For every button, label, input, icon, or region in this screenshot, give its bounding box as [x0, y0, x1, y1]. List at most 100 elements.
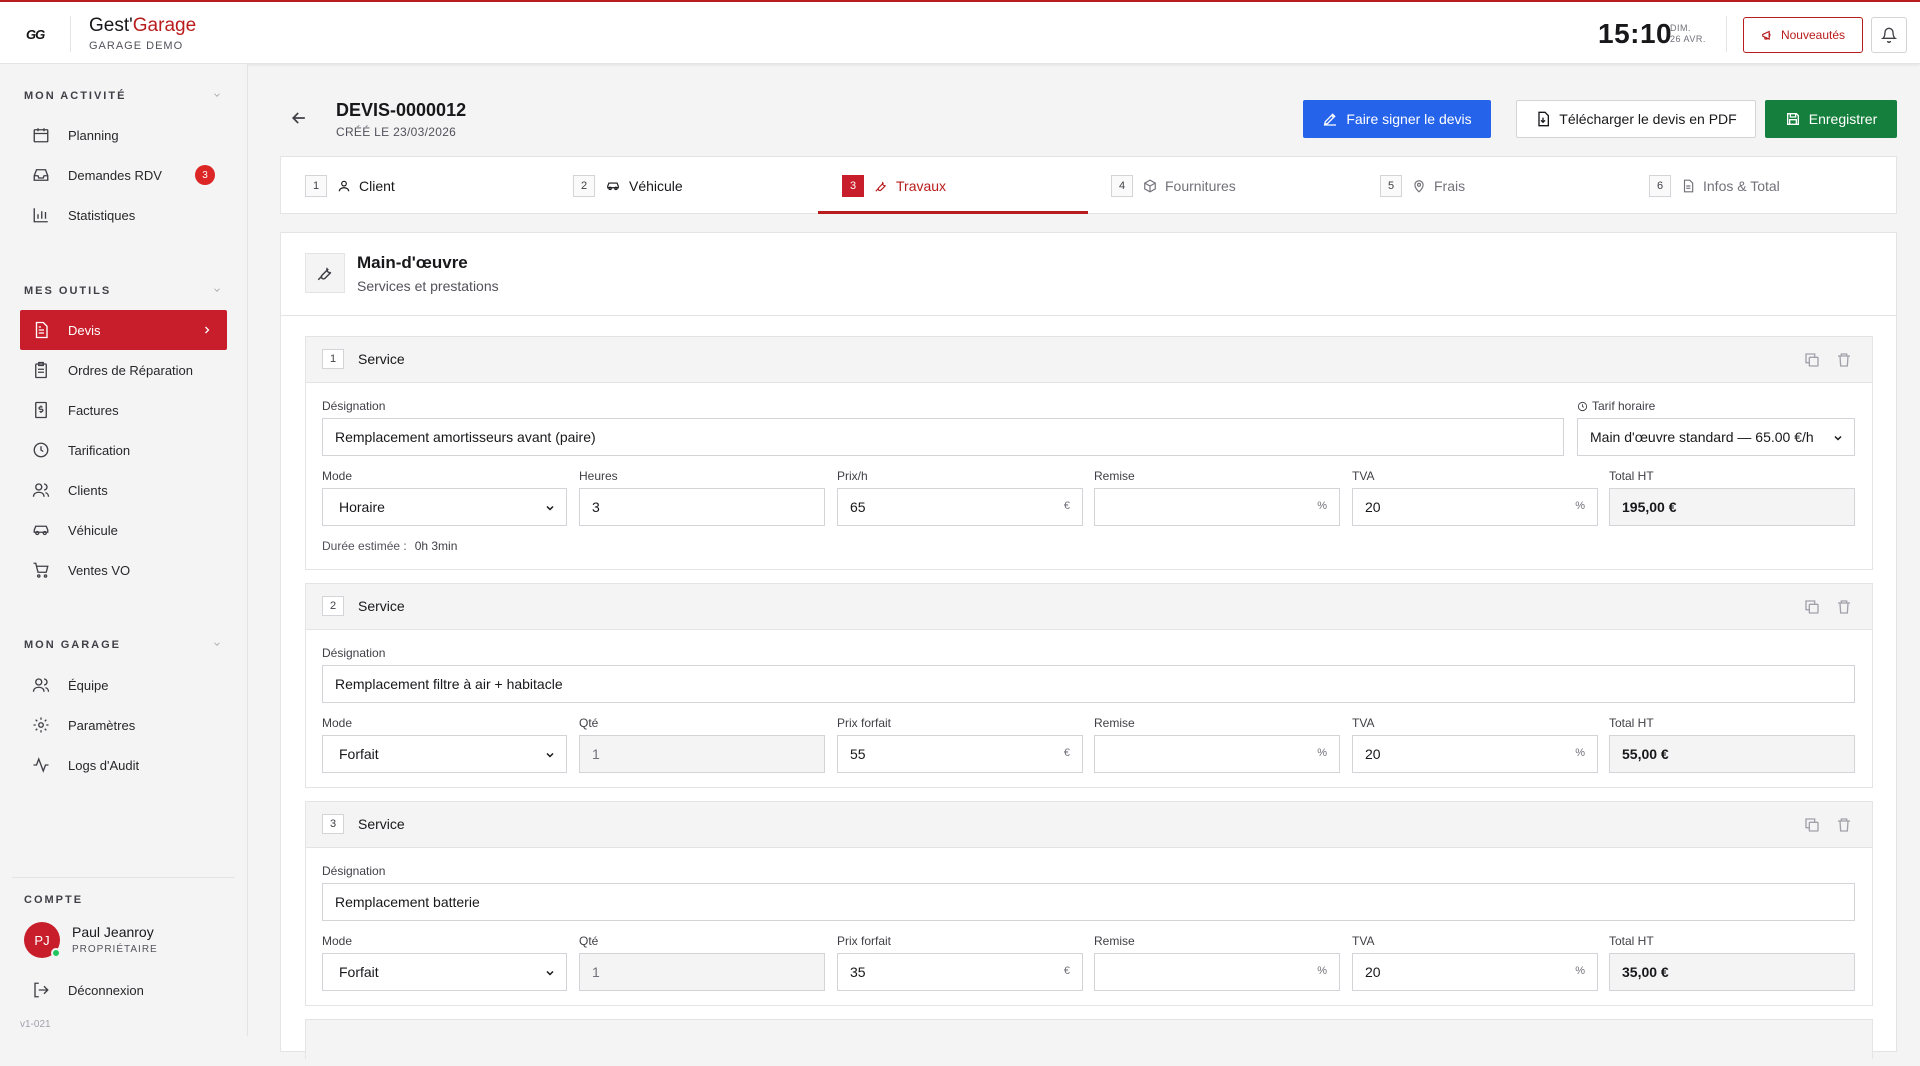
- price-input[interactable]: 55 €: [837, 735, 1083, 773]
- calendar-icon: [32, 126, 50, 144]
- percent-unit: %: [1317, 965, 1327, 977]
- chevron-down-icon: [212, 639, 222, 649]
- designation-input[interactable]: Remplacement filtre à air + habitacle: [322, 665, 1855, 703]
- logout-button[interactable]: Déconnexion: [20, 970, 227, 1010]
- sidebar-item-label: Demandes RDV: [68, 167, 162, 183]
- field-label: Qté: [579, 934, 599, 948]
- section-title: MON GARAGE: [24, 639, 121, 651]
- arrow-left-icon: [289, 108, 309, 128]
- tab-fournitures[interactable]: 4 Fournitures: [1111, 157, 1236, 214]
- total-ht-field: 195,00 €: [1609, 488, 1855, 526]
- brand-name: Gest'Garage: [89, 15, 196, 37]
- sidebar-item-label: Tarification: [68, 442, 131, 458]
- tab-vehicule[interactable]: 2 Véhicule: [573, 157, 683, 214]
- sidebar-item-label: Ventes VO: [68, 562, 131, 578]
- main-content: DEVIS-0000012 CRÉÉ LE 23/03/2026 Faire s…: [249, 64, 1920, 1066]
- sidebar-item-devis[interactable]: Devis: [20, 310, 227, 350]
- total-ht-value: 55,00 €: [1622, 746, 1669, 762]
- tab-label: Travaux: [896, 177, 947, 194]
- chevron-down-icon: [212, 90, 222, 100]
- vat-input[interactable]: 20%: [1352, 953, 1598, 991]
- vat-value: 20: [1365, 746, 1381, 762]
- mode-select[interactable]: Forfait: [322, 953, 567, 991]
- sidebar-item-parametres[interactable]: Paramètres: [20, 705, 227, 745]
- tab-frais[interactable]: 5 Frais: [1380, 157, 1465, 214]
- total-ht-value: 195,00 €: [1622, 499, 1677, 515]
- gear-icon: [32, 716, 50, 734]
- notifications-button[interactable]: [1871, 17, 1907, 53]
- designation-input[interactable]: Remplacement batterie: [322, 883, 1855, 921]
- box-icon: [1143, 178, 1157, 193]
- mode-select[interactable]: Forfait: [322, 735, 567, 773]
- sidebar-item-tarification[interactable]: Tarification: [20, 430, 227, 470]
- tab-client[interactable]: 1 Client: [305, 157, 395, 214]
- field-label: TVA: [1352, 716, 1375, 730]
- service-header: 3 Service: [306, 802, 1872, 848]
- sidebar-item-clients[interactable]: Clients: [20, 470, 227, 510]
- bar-chart-icon: [32, 206, 50, 224]
- tab-label: Client: [359, 177, 395, 194]
- trash-icon[interactable]: [1836, 817, 1852, 833]
- sidebar-item-logs-audit[interactable]: Logs d'Audit: [20, 745, 227, 785]
- clock-icon: [32, 441, 50, 459]
- section-title: COMPTE: [24, 894, 84, 906]
- sidebar-item-factures[interactable]: Factures: [20, 390, 227, 430]
- section-title: MES OUTILS: [24, 285, 112, 297]
- tab-infos-total[interactable]: 6 Infos & Total: [1649, 157, 1780, 214]
- hourly-rate-select[interactable]: Main d'œuvre standard — 65.00 €/h: [1577, 418, 1855, 456]
- designation-input[interactable]: Remplacement amortisseurs avant (paire): [322, 418, 1564, 456]
- field-label: Mode: [322, 469, 353, 483]
- mode-value: Horaire: [339, 499, 385, 515]
- field-label: Total HT: [1609, 716, 1654, 730]
- discount-input[interactable]: %: [1094, 488, 1340, 526]
- section-header-outils[interactable]: MES OUTILS: [24, 285, 222, 297]
- discount-input[interactable]: %: [1094, 953, 1340, 991]
- service-item: 3 Service Désignation Remplacement batte…: [305, 801, 1873, 1006]
- sidebar-item-label: Devis: [68, 322, 101, 338]
- save-button[interactable]: Enregistrer: [1765, 100, 1897, 138]
- vat-input[interactable]: 20%: [1352, 735, 1598, 773]
- sidebar-item-vehicule[interactable]: Véhicule: [20, 510, 227, 550]
- clipboard-icon: [32, 361, 50, 379]
- section-header-activite[interactable]: MON ACTIVITÉ: [24, 90, 222, 102]
- download-pdf-button[interactable]: Télécharger le devis en PDF: [1516, 100, 1756, 138]
- sidebar-item-label: Véhicule: [68, 522, 118, 538]
- trash-icon[interactable]: [1836, 599, 1852, 615]
- discount-input[interactable]: %: [1094, 735, 1340, 773]
- sign-quote-button[interactable]: Faire signer le devis: [1303, 100, 1491, 138]
- tab-travaux[interactable]: 3 Travaux: [842, 157, 946, 214]
- service-title: Service: [358, 598, 405, 614]
- duration-value: 0h 3min: [414, 539, 458, 553]
- copy-icon[interactable]: [1804, 817, 1820, 833]
- trash-icon[interactable]: [1836, 352, 1852, 368]
- copy-icon[interactable]: [1804, 599, 1820, 615]
- logout-label: Déconnexion: [68, 982, 144, 998]
- hours-input[interactable]: 3: [579, 488, 825, 526]
- car-icon: [605, 179, 621, 193]
- sidebar-item-statistiques[interactable]: Statistiques: [20, 195, 227, 235]
- designation-value: Remplacement amortisseurs avant (paire): [335, 429, 596, 445]
- price-input[interactable]: 65 €: [837, 488, 1083, 526]
- sidebar-item-planning[interactable]: Planning: [20, 115, 227, 155]
- user-role: PROPRIÉTAIRE: [72, 944, 158, 955]
- step-number: 2: [573, 174, 595, 197]
- sidebar-item-demandes-rdv[interactable]: Demandes RDV 3: [20, 155, 227, 195]
- megaphone-icon: [1761, 28, 1775, 42]
- field-label: Remise: [1094, 934, 1135, 948]
- chevron-down-icon: [544, 749, 556, 761]
- news-button[interactable]: Nouveautés: [1743, 17, 1863, 53]
- copy-icon[interactable]: [1804, 352, 1820, 368]
- sidebar-item-ventes-vo[interactable]: Ventes VO: [20, 550, 227, 590]
- divider: [281, 315, 1896, 316]
- app-logo[interactable]: GG: [26, 27, 45, 42]
- vat-input[interactable]: 20%: [1352, 488, 1598, 526]
- price-input[interactable]: 35 €: [837, 953, 1083, 991]
- users-icon: [32, 481, 50, 499]
- mode-select[interactable]: Horaire: [322, 488, 567, 526]
- field-label: Désignation: [322, 646, 386, 660]
- chevron-down-icon: [212, 285, 222, 295]
- back-button[interactable]: [289, 108, 309, 128]
- sidebar-item-equipe[interactable]: Équipe: [20, 665, 227, 705]
- sidebar-item-ordres-reparation[interactable]: Ordres de Réparation: [20, 350, 227, 390]
- section-header-garage[interactable]: MON GARAGE: [24, 639, 222, 651]
